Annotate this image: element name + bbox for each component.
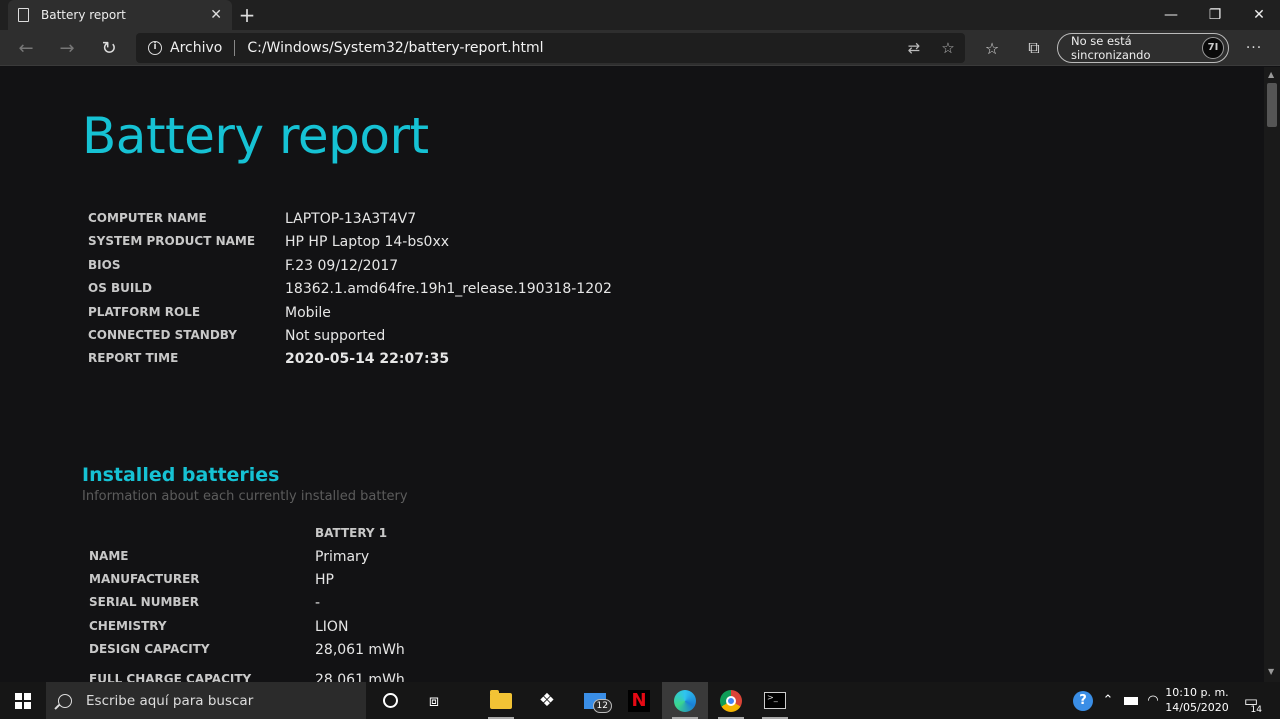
battery-key: DESIGN CAPACITY [89, 642, 210, 656]
dropbox-button[interactable]: ❖ [524, 682, 570, 719]
tab-title: Battery report [41, 8, 126, 22]
info-key: SYSTEM PRODUCT NAME [88, 234, 256, 248]
section-subtitle: Information about each currently install… [82, 489, 408, 504]
help-icon[interactable]: ? [1070, 682, 1096, 719]
info-value: LAPTOP-13A3T4V7 [285, 211, 417, 227]
scroll-up-icon[interactable]: ▲ [1268, 70, 1274, 79]
battery-value: 28,061 mWh [315, 642, 405, 658]
info-value: F.23 09/12/2017 [285, 258, 399, 274]
browser-titlebar: Battery report ✕ + — ❐ ✕ [0, 0, 1280, 30]
battery-key: SERIAL NUMBER [89, 595, 199, 609]
dropbox-icon: ❖ [538, 690, 556, 711]
url-text[interactable]: C:/Windows/System32/battery-report.html [247, 40, 897, 56]
sync-label: No se está sincronizando [1071, 34, 1151, 62]
section-title: Installed batteries [82, 464, 280, 486]
page-title: Battery report [82, 107, 429, 165]
clock-date: 14/05/2020 [1165, 701, 1229, 714]
battery-key: FULL CHARGE CAPACITY [89, 672, 252, 682]
task-view-button[interactable]: ⧈ [411, 682, 457, 719]
address-separator [234, 40, 236, 56]
battery-value: Primary [315, 549, 370, 565]
read-aloud-icon[interactable]: ⇄ [897, 39, 931, 57]
battery-value: HP [315, 572, 334, 588]
document-icon [18, 8, 29, 22]
favorites-icon[interactable]: ☆ [978, 34, 1006, 62]
collections-icon[interactable]: ⧉ [1020, 34, 1048, 62]
info-key: REPORT TIME [88, 351, 179, 365]
cortana-button[interactable] [367, 682, 413, 719]
cortana-circle-icon [382, 693, 398, 708]
chrome-icon [720, 689, 742, 712]
search-placeholder: Escribe aquí para buscar [86, 692, 254, 709]
close-tab-icon[interactable]: ✕ [210, 7, 222, 23]
back-button[interactable]: ← [12, 34, 40, 62]
refresh-button[interactable]: ↻ [95, 34, 123, 62]
scroll-thumb[interactable] [1267, 83, 1277, 127]
sync-status-button[interactable]: No se está sincronizando 7I [1057, 33, 1229, 63]
info-value: Mobile [285, 305, 331, 321]
forward-button[interactable]: → [53, 34, 81, 62]
battery-key: MANUFACTURER [89, 572, 200, 586]
close-window-button[interactable]: ✕ [1236, 0, 1280, 30]
edge-icon [674, 689, 696, 712]
terminal-icon: >_ [764, 692, 786, 709]
address-label: Archivo [170, 40, 223, 56]
info-value: Not supported [285, 328, 386, 344]
windows-logo-icon [15, 692, 31, 709]
more-icon[interactable]: ··· [1240, 34, 1268, 62]
file-explorer-button[interactable] [478, 682, 524, 719]
page-content: Battery report COMPUTER NAME LAPTOP-13A3… [0, 67, 1264, 682]
info-key: COMPUTER NAME [88, 211, 207, 225]
address-bar[interactable]: i Archivo C:/Windows/System32/battery-re… [136, 33, 965, 63]
info-key: CONNECTED STANDBY [88, 328, 237, 342]
netflix-button[interactable]: N [616, 682, 662, 719]
info-value: HP HP Laptop 14-bs0xx [285, 234, 450, 250]
mail-button[interactable]: 12 [572, 682, 618, 719]
battery-value: 28,061 mWh [315, 672, 405, 682]
new-tab-button[interactable]: + [236, 3, 258, 27]
mail-badge: 12 [592, 699, 612, 713]
taskbar: Escribe aquí para buscar ⧈ ❖ 12 N >_ ? ⌃… [0, 682, 1280, 719]
clock-time: 10:10 p. m. [1165, 686, 1229, 699]
battery-key: CHEMISTRY [89, 619, 167, 633]
battery-column-header: BATTERY 1 [315, 526, 388, 540]
task-view-icon: ⧈ [428, 690, 440, 710]
folder-icon [490, 689, 512, 709]
info-icon[interactable]: i [148, 41, 162, 55]
edge-button[interactable] [662, 682, 708, 719]
browser-toolbar: ← → ↻ i Archivo C:/Windows/System32/batt… [0, 30, 1280, 66]
terminal-button[interactable]: >_ [752, 682, 798, 719]
chevron-up-icon[interactable]: ⌃ [1098, 682, 1118, 719]
info-key: PLATFORM ROLE [88, 305, 201, 319]
favorite-star-icon[interactable]: ☆ [931, 39, 965, 57]
wifi-icon[interactable]: ◠ [1143, 682, 1163, 719]
notifications-button[interactable]: ▭ 14 [1236, 682, 1266, 719]
tab-battery-report[interactable]: Battery report ✕ [8, 0, 232, 30]
search-icon [58, 693, 72, 708]
start-button[interactable] [0, 682, 46, 719]
info-key: OS BUILD [88, 281, 152, 295]
notification-count: 14 [1248, 705, 1264, 715]
vertical-scrollbar[interactable]: ▲ ▼ [1264, 67, 1280, 682]
info-value: 2020-05-14 22:07:35 [285, 351, 450, 367]
minimize-button[interactable]: — [1148, 0, 1194, 30]
info-value: 18362.1.amd64fre.19h1_release.190318-120… [285, 281, 612, 297]
info-key: BIOS [88, 258, 121, 272]
restore-button[interactable]: ❐ [1192, 0, 1238, 30]
system-clock[interactable]: 10:10 p. m. 14/05/2020 [1162, 685, 1232, 715]
taskbar-search[interactable]: Escribe aquí para buscar [46, 682, 366, 719]
avatar: 7I [1202, 37, 1224, 59]
chrome-button[interactable] [708, 682, 754, 719]
battery-icon[interactable] [1120, 682, 1142, 719]
battery-value: LION [315, 619, 349, 635]
battery-value: - [315, 595, 321, 611]
battery-key: NAME [89, 549, 129, 563]
netflix-icon: N [628, 689, 650, 712]
scroll-down-icon[interactable]: ▼ [1268, 667, 1274, 676]
